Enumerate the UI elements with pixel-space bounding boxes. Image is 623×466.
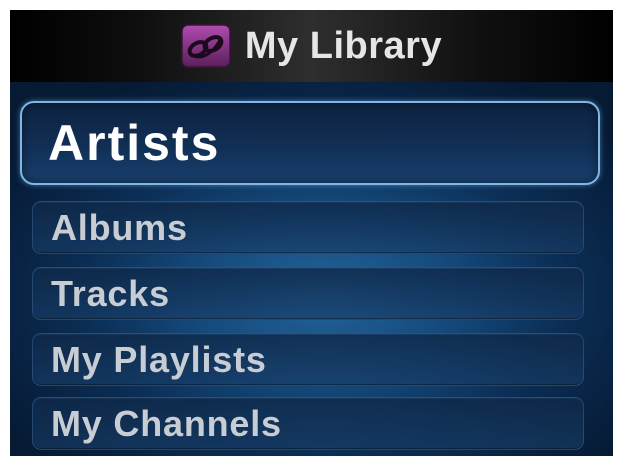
- menu-item-label: Tracks: [51, 272, 170, 314]
- menu-item-my-playlists[interactable]: My Playlists: [32, 333, 584, 386]
- menu-item-albums[interactable]: Albums: [32, 201, 584, 254]
- page-title: My Library: [244, 25, 443, 67]
- menu-item-tracks[interactable]: Tracks: [32, 267, 584, 320]
- menu-item-artists[interactable]: Artists: [20, 101, 600, 185]
- menu-item-label: My Channels: [51, 402, 282, 444]
- music-notes-icon: [181, 24, 231, 68]
- menu-item-label: My Playlists: [51, 338, 267, 380]
- library-screen: My Library Artists Albums Tracks My Play…: [10, 10, 613, 456]
- header-bar: My Library: [10, 10, 613, 82]
- menu-item-my-channels[interactable]: My Channels: [32, 397, 584, 450]
- menu-item-label: Artists: [48, 115, 221, 171]
- menu-item-label: Albums: [51, 206, 188, 248]
